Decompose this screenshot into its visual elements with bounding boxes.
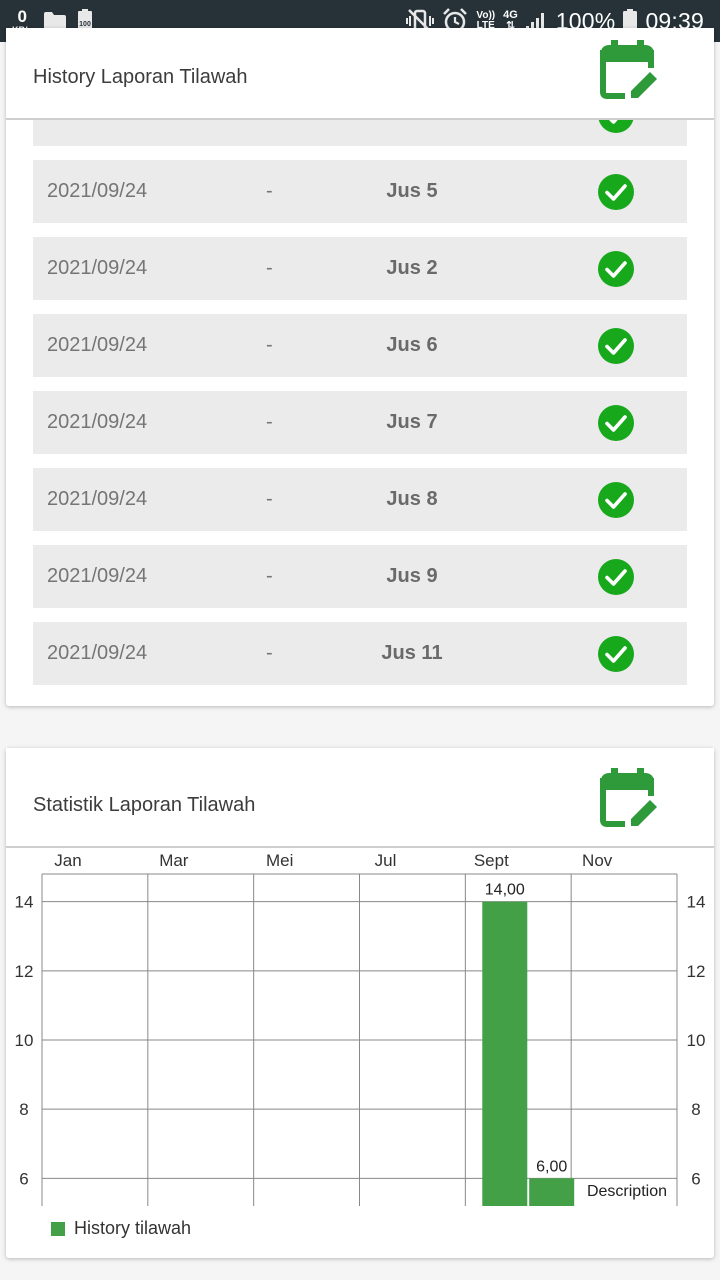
check-circle-icon [598,251,634,287]
y-tick-label-right: 6 [691,1169,700,1188]
history-row[interactable]: 2021/09/24 - Jus 5 [33,160,687,223]
row-date: 2021/09/24 [47,411,148,433]
bar-value-label: 6,00 [536,1158,567,1175]
history-row[interactable]: 2021/09/24 - Jus 9 [33,545,687,608]
history-row[interactable]: 2021/09/24 - Jus 11 [33,622,687,685]
statistics-title: Statistik Laporan Tilawah [33,794,256,816]
statistics-header: Statistik Laporan Tilawah [6,748,714,848]
bar-value-label: 14,00 [485,882,525,899]
x-tick-label: Jul [375,851,397,870]
check-circle-icon [598,174,634,210]
bar [529,1178,575,1206]
net-speed-value: 0 [17,6,27,26]
row-date: 2021/09/24 [47,565,148,587]
row-date: 2021/09/24 [47,488,148,510]
row-separator: - [266,411,273,433]
row-date: 2021/09/24 [47,642,148,664]
battery-notification-level: 100 [79,21,91,28]
row-jus: Jus 11 [381,642,443,664]
row-separator: - [266,180,273,202]
row-date: 2021/09/24 [47,257,148,279]
history-title: History Laporan Tilawah [33,66,248,88]
calendar-edit-icon[interactable] [595,38,659,102]
check-circle-icon [598,559,634,595]
history-row[interactable]: 2021/09/24 - Jus 2 [33,237,687,300]
row-jus: Jus 5 [386,180,438,202]
history-row[interactable]: 2021/09/24 - Jus 6 [33,314,687,377]
chart-legend: History tilawah [51,1218,191,1239]
legend-label: History tilawah [74,1218,192,1238]
chart-description: Description [587,1183,667,1200]
row-separator: - [266,488,273,510]
y-tick-label-left: 10 [15,1031,34,1050]
x-tick-label: Nov [582,851,613,870]
y-tick-label-right: 10 [687,1031,706,1050]
row-jus: Jus 7 [386,411,438,433]
y-tick-label-right: 14 [687,893,706,912]
row-jus: Jus 9 [386,565,438,587]
statistics-card: Statistik Laporan Tilawah Jan Mar Mei Jul Se… [6,748,714,1258]
history-row[interactable]: 2021/09/24 - Jus 8 [33,468,687,531]
check-circle-icon [598,405,634,441]
y-tick-label-left: 12 [15,962,34,981]
row-separator: - [266,257,273,279]
history-list[interactable]: 2021/09/24 - Jus 5 2021/09/24 - Jus 2 20… [6,28,714,706]
check-circle-icon [598,482,634,518]
row-separator: - [266,565,273,587]
bar [482,901,528,1206]
row-date: 2021/09/24 [47,180,148,202]
check-circle-icon [598,328,634,364]
x-tick-label: Jan [54,851,81,870]
row-jus: Jus 2 [386,257,438,279]
row-date: 2021/09/24 [47,334,148,356]
y-tick-label-right: 12 [687,962,706,981]
x-tick-label: Mei [266,851,293,870]
legend-swatch [51,1221,65,1236]
history-header: History Laporan Tilawah [6,28,714,120]
history-card: 2021/09/24 - Jus 5 2021/09/24 - Jus 2 20… [6,28,714,706]
calendar-edit-icon[interactable] [595,766,659,830]
row-jus: Jus 6 [386,334,438,356]
y-tick-label-left: 6 [19,1169,28,1188]
history-row[interactable]: 2021/09/24 - Jus 7 [33,391,687,454]
row-separator: - [266,334,273,356]
y-tick-label-right: 8 [691,1100,700,1119]
x-tick-label: Sept [474,851,509,870]
row-jus: Jus 8 [386,488,438,510]
statistics-chart[interactable]: Jan Mar Mei Jul Sept Nov 6 6 8 8 10 10 12 12 14 14 14,00… [6,848,714,1206]
y-tick-label-left: 8 [19,1100,28,1119]
row-separator: - [266,642,273,664]
x-tick-label: Mar [159,851,189,870]
y-tick-label-left: 14 [15,893,34,912]
check-circle-icon [598,636,634,672]
